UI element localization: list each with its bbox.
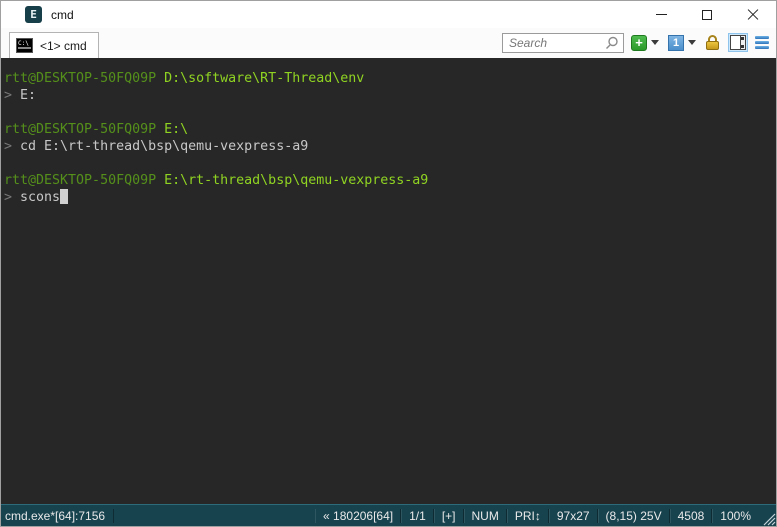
status-segment[interactable]: PRI↕ [507, 509, 549, 523]
panes-icon-dot [741, 37, 744, 40]
terminal-text-path: D:\software\RT-Thread\env [156, 71, 364, 86]
terminal-line: > E: [4, 87, 774, 104]
search-icon [605, 36, 619, 50]
terminal-output[interactable]: rtt@DESKTOP-50FQ09P D:\software\RT-Threa… [1, 58, 776, 504]
status-process-info[interactable]: cmd.exe*[64]:7156 [4, 509, 114, 523]
chevron-down-icon [688, 40, 696, 45]
status-segment[interactable]: 1/1 [401, 509, 434, 523]
view-panes-button[interactable] [728, 33, 748, 52]
status-bar: cmd.exe*[64]:7156 « 180206[64]1/1[+]NUMP… [1, 504, 776, 526]
maximize-button[interactable] [684, 1, 730, 28]
window-title: cmd [51, 8, 74, 22]
terminal-text-prompt: rtt@DESKTOP-50FQ09P [4, 122, 156, 137]
status-segment[interactable]: NUM [464, 509, 507, 523]
search-box[interactable] [502, 33, 624, 53]
cmd-icon-bar [18, 47, 31, 49]
panes-icon-dot [741, 45, 744, 48]
status-segment[interactable]: [+] [434, 509, 464, 523]
lock-body [706, 41, 719, 50]
terminal-text-prompt: rtt@DESKTOP-50FQ09P [4, 173, 156, 188]
resize-grip-icon[interactable] [760, 506, 776, 526]
minimize-button[interactable] [638, 1, 684, 28]
console-number-icon: 1 [668, 35, 684, 51]
cmd-icon-text: C:\ [18, 40, 29, 47]
tab-cmd[interactable]: C:\ <1> cmd [9, 32, 99, 58]
close-button[interactable] [730, 1, 776, 28]
terminal-line: rtt@DESKTOP-50FQ09P E:\ [4, 121, 774, 138]
terminal-line: rtt@DESKTOP-50FQ09P E:\rt-thread\bsp\qem… [4, 172, 774, 189]
terminal-line: > cd E:\rt-thread\bsp\qemu-vexpress-a9 [4, 138, 774, 155]
status-segment[interactable]: « 180206[64] [315, 509, 401, 523]
status-segment[interactable]: 4508 [670, 509, 713, 523]
conemu-logo-icon: E [25, 6, 42, 23]
new-console-button[interactable]: + [629, 33, 661, 53]
search-input[interactable] [509, 36, 605, 50]
conemu-window: E cmd C:\ <1> cmd + [0, 0, 777, 527]
title-bar[interactable]: E cmd [1, 1, 776, 28]
terminal-text-path: E:\ [156, 122, 188, 137]
terminal-line [4, 155, 774, 172]
cmd-prompt-icon: C:\ [16, 38, 33, 53]
panes-icon [730, 35, 746, 50]
terminal-text-dim: > [4, 139, 12, 154]
status-segment[interactable]: 100% [712, 509, 758, 523]
status-segment[interactable]: 97x27 [549, 509, 598, 523]
terminal-text-cmd: scons [12, 190, 60, 205]
new-console-plus-icon: + [631, 35, 647, 51]
status-segments: « 180206[64]1/1[+]NUMPRI↕97x27(8,15) 25V… [315, 509, 758, 523]
console-list-button[interactable]: 1 [666, 33, 698, 53]
terminal-line: > scons [4, 189, 774, 206]
terminal-text-path: E:\rt-thread\bsp\qemu-vexpress-a9 [156, 173, 428, 188]
status-segment[interactable]: (8,15) 25V [598, 509, 670, 523]
terminal-text-cmd: E: [12, 88, 36, 103]
close-icon [747, 9, 759, 21]
lock-icon [705, 35, 721, 51]
terminal-line [4, 104, 774, 121]
tab-toolbar: + 1 [502, 32, 771, 53]
terminal-text-prompt: rtt@DESKTOP-50FQ09P [4, 71, 156, 86]
terminal-text-dim: > [4, 190, 12, 205]
main-menu-button[interactable] [753, 32, 771, 53]
hamburger-menu-icon [755, 34, 769, 51]
tab-label: <1> cmd [40, 39, 87, 53]
terminal-text-dim: > [4, 88, 12, 103]
chevron-down-icon [651, 40, 659, 45]
minimize-icon [656, 14, 667, 15]
tab-bar: C:\ <1> cmd + 1 [1, 28, 776, 58]
lock-button[interactable] [703, 33, 723, 53]
terminal-text-cmd: cd E:\rt-thread\bsp\qemu-vexpress-a9 [12, 139, 308, 154]
terminal-line: rtt@DESKTOP-50FQ09P D:\software\RT-Threa… [4, 70, 774, 87]
terminal-cursor [60, 189, 68, 204]
maximize-icon [702, 10, 712, 20]
